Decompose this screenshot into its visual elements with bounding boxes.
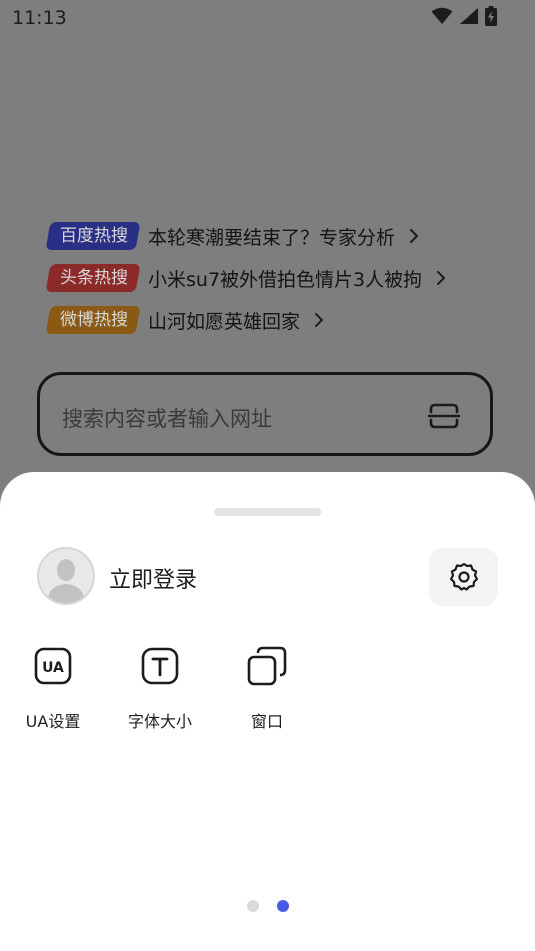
chevron-right-icon bbox=[437, 271, 446, 285]
hot-item-baidu[interactable]: 百度热搜 本轮寒潮要结束了？专家分析 bbox=[45, 220, 419, 252]
hot-tag-weibo: 微博热搜 bbox=[45, 306, 141, 334]
tool-label: 窗口 bbox=[250, 712, 283, 731]
login-button[interactable]: 立即登录 bbox=[109, 562, 197, 594]
hot-tag-label: 百度热搜 bbox=[60, 226, 128, 246]
font-size-icon bbox=[141, 647, 179, 685]
scan-icon[interactable] bbox=[428, 403, 460, 429]
window-icon bbox=[247, 646, 287, 686]
tool-label: UA设置 bbox=[25, 712, 81, 731]
gear-icon bbox=[449, 562, 478, 591]
tool-ua-settings[interactable]: UA UA设置 bbox=[3, 646, 103, 736]
wifi-icon bbox=[431, 7, 453, 24]
hot-item-weibo[interactable]: 微博热搜 山河如愿英雄回家 bbox=[45, 304, 324, 336]
page-dot-2-active[interactable] bbox=[277, 900, 289, 912]
sheet-drag-handle[interactable] bbox=[214, 508, 321, 516]
hot-tag-baidu: 百度热搜 bbox=[45, 222, 141, 250]
ua-icon: UA bbox=[34, 647, 72, 685]
search-input[interactable]: 搜索内容或者输入网址 bbox=[37, 372, 493, 456]
hot-item-text: 小米su7被外借拍色情片3人被拘 bbox=[148, 268, 423, 291]
settings-button[interactable] bbox=[429, 548, 498, 606]
battery-charging-icon bbox=[485, 6, 497, 26]
search-placeholder: 搜索内容或者输入网址 bbox=[62, 407, 272, 431]
tool-window[interactable]: 窗口 bbox=[217, 646, 317, 736]
hot-item-text: 本轮寒潮要结束了？专家分析 bbox=[148, 226, 396, 249]
chevron-right-icon bbox=[315, 313, 324, 327]
status-bar: 11:13 bbox=[0, 0, 535, 38]
menu-bottom-sheet: 立即登录 UA UA设置 字体大小 窗口 bbox=[0, 472, 535, 951]
avatar[interactable] bbox=[37, 547, 95, 605]
hot-item-toutiao[interactable]: 头条热搜 小米su7被外借拍色情片3人被拘 bbox=[45, 262, 446, 294]
hot-item-text: 山河如愿英雄回家 bbox=[148, 310, 301, 333]
page-indicator bbox=[0, 900, 535, 914]
svg-text:UA: UA bbox=[42, 660, 64, 676]
hot-tag-label: 微博热搜 bbox=[60, 310, 128, 330]
status-time: 11:13 bbox=[12, 7, 67, 29]
chevron-right-icon bbox=[410, 229, 419, 243]
status-icons bbox=[431, 6, 497, 26]
tool-label: 字体大小 bbox=[127, 712, 192, 731]
page-dot-1[interactable] bbox=[247, 900, 259, 912]
hot-tag-toutiao: 头条热搜 bbox=[45, 264, 141, 292]
tool-font-size[interactable]: 字体大小 bbox=[110, 646, 210, 736]
signal-icon bbox=[460, 8, 478, 24]
user-silhouette-icon bbox=[47, 559, 85, 603]
hot-tag-label: 头条热搜 bbox=[60, 268, 128, 288]
